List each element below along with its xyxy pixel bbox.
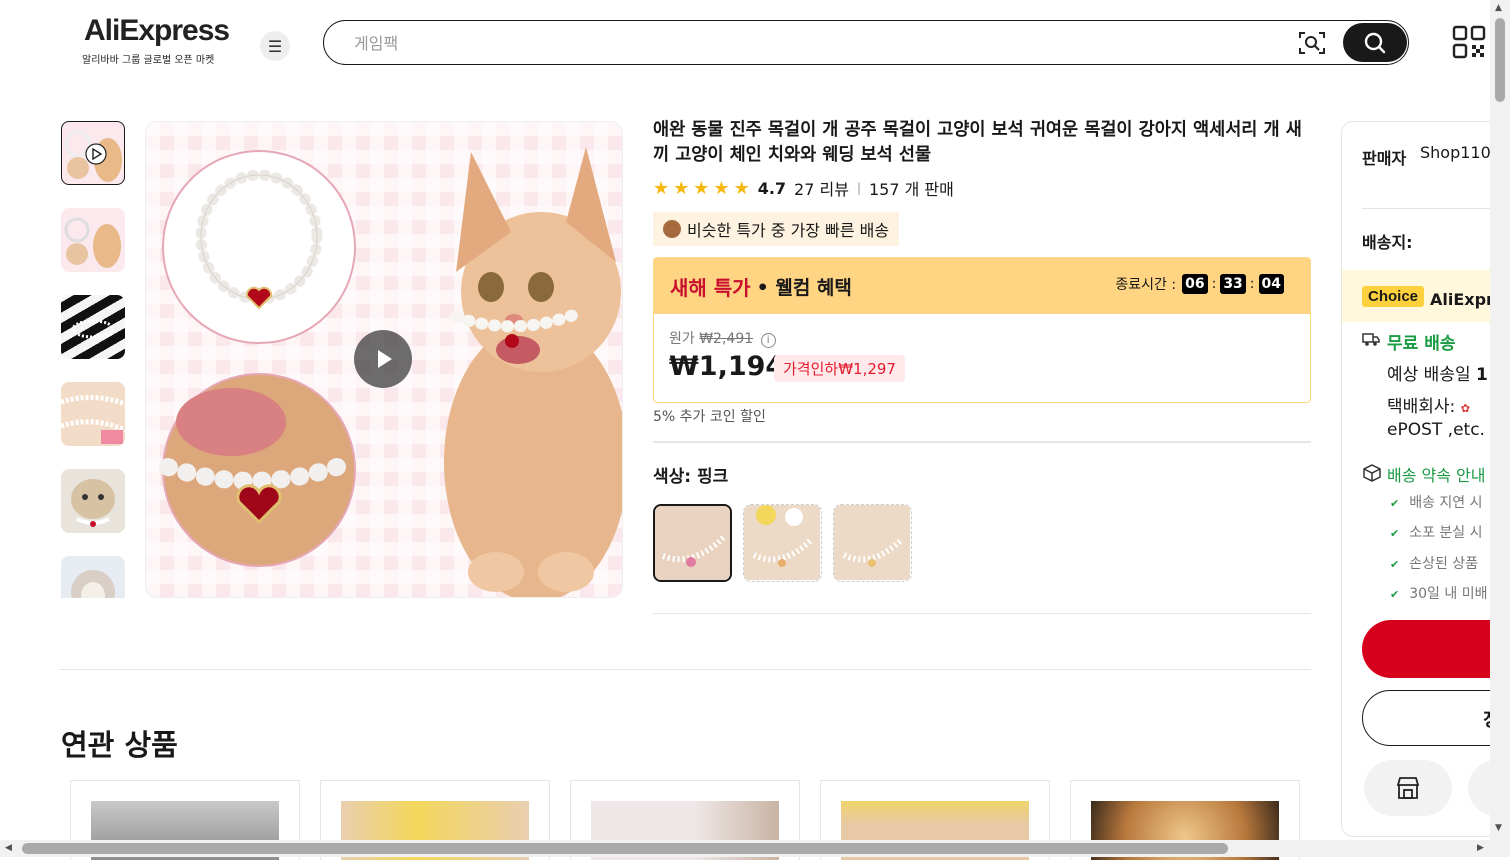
estimated-delivery-label: 예상 배송일 — [1387, 365, 1471, 385]
horizontal-scroll-thumb[interactable] — [22, 843, 1228, 854]
color-option-pink[interactable] — [653, 504, 732, 582]
info-icon[interactable]: i — [760, 333, 776, 348]
divider — [653, 613, 1311, 614]
fire-icon — [663, 220, 681, 238]
choice-brand: AliExpr — [1430, 290, 1494, 309]
fast-delivery-badge: 비슷한 특가 중 가장 빠른 배송 — [653, 212, 900, 246]
promise-item: ✔ 손상된 상품 — [1390, 556, 1479, 572]
rating-row[interactable]: ★ ★ ★ ★ ★ 4.7 27 리뷰 | 157 개 판매 — [653, 176, 954, 200]
image-search-icon[interactable] — [1298, 30, 1326, 56]
package-icon — [1363, 464, 1381, 482]
thumbnail-list — [61, 121, 129, 598]
promise-item: ✔ 30일 내 미배 — [1390, 586, 1488, 602]
play-icon — [378, 350, 392, 368]
check-icon: ✔ — [1390, 527, 1400, 540]
thumbnail-image[interactable] — [61, 382, 125, 446]
timer-hours: 06 — [1182, 274, 1208, 294]
timer-seconds: 04 — [1258, 274, 1284, 294]
thumbnail-video[interactable] — [61, 121, 125, 185]
search-button[interactable] — [1343, 23, 1407, 62]
aliexpress-logo[interactable]: AliExpress — [84, 14, 230, 48]
store-button[interactable] — [1364, 760, 1452, 816]
star-icon: ★ — [713, 177, 730, 199]
scroll-right-arrow[interactable]: ▶ — [1477, 843, 1484, 853]
play-video-button[interactable] — [354, 330, 412, 388]
estimated-delivery-value: 1 — [1476, 365, 1488, 385]
courier-label: 택배회사: ✿ — [1387, 392, 1470, 417]
choice-badge: Choice — [1362, 286, 1425, 307]
courier-logo-icon: ✿ — [1460, 402, 1470, 415]
scroll-up-arrow[interactable]: ▲ — [1495, 3, 1502, 13]
star-icon: ★ — [673, 177, 690, 199]
thumbnail-image[interactable] — [61, 556, 125, 598]
countdown-timer: 종료시간 : 06: 33: 04 — [1115, 274, 1288, 294]
related-products-title: 연관 상품 — [61, 728, 178, 762]
discount-badge: 가격인하₩1,297 — [774, 355, 905, 382]
color-label: 색상: 핑크 — [653, 467, 729, 487]
check-icon: ✔ — [1390, 558, 1400, 571]
buy-now-button[interactable] — [1362, 620, 1510, 678]
seller-label: 판매자 — [1362, 149, 1407, 168]
truck-icon — [1362, 333, 1380, 346]
scroll-left-arrow[interactable]: ◀ — [5, 843, 12, 853]
search-icon — [1364, 32, 1386, 53]
store-icon — [1396, 777, 1420, 799]
product-title: 애완 동물 진주 목걸이 개 공주 목걸이 고양이 보석 귀여운 목걸이 강아지… — [653, 120, 1302, 165]
star-icon: ★ — [693, 177, 710, 199]
thumbnail-image[interactable] — [61, 469, 125, 533]
add-to-cart-button[interactable]: 징 — [1362, 690, 1510, 746]
purchase-panel: 판매자 Shop110 배송지: Choice AliExpr 무료 배송 예상… — [1341, 121, 1510, 837]
review-count[interactable]: 27 리뷰 — [794, 176, 849, 200]
scroll-down-arrow[interactable]: ▼ — [1495, 823, 1502, 833]
check-icon: ✔ — [1390, 588, 1400, 601]
promise-item: ✔ 배송 지연 시 — [1390, 495, 1483, 511]
courier-label-text: 택배회사: — [1387, 397, 1456, 417]
logo-tagline: 알리바바 그룹 글로벌 오픈 마켓 — [82, 55, 215, 66]
deal-box: 새해 특가 • 웰컴 혜택 종료시간 : 06: 33: 04 원가 ₩2,49… — [653, 257, 1311, 403]
color-option-white[interactable] — [743, 504, 822, 582]
search-placeholder: 게임팩 — [354, 34, 399, 53]
star-icon: ★ — [653, 177, 670, 199]
current-price: ₩1,194 — [669, 351, 785, 382]
deal-title: 새해 특가 — [670, 275, 751, 300]
timer-minutes: 33 — [1220, 274, 1246, 294]
divider: | — [856, 181, 861, 195]
promise-item: ✔ 소포 분실 시 — [1390, 525, 1483, 541]
star-icon: ★ — [733, 177, 750, 199]
check-icon: ✔ — [1390, 497, 1400, 510]
deal-subtitle: • 웰컴 혜택 — [756, 276, 852, 299]
menu-icon[interactable]: ☰ — [260, 31, 290, 61]
original-price-value: ₩2,491 — [699, 331, 754, 347]
thumbnail-image[interactable] — [61, 208, 125, 272]
ship-to-label[interactable]: 배송지: — [1362, 229, 1413, 253]
estimated-delivery: 예상 배송일 1 — [1387, 360, 1488, 385]
fast-delivery-text: 비슷한 특가 중 가장 빠른 배송 — [687, 221, 890, 240]
search-input[interactable] — [323, 20, 1409, 65]
delivery-promise[interactable]: 배송 약속 안내 — [1387, 462, 1486, 486]
qr-code-icon[interactable] — [1452, 25, 1486, 59]
rating-value: 4.7 — [757, 178, 787, 198]
divider — [1362, 208, 1510, 209]
sold-count: 157 개 판매 — [868, 180, 954, 199]
coin-discount-note: 5% 추가 코인 할인 — [653, 409, 766, 425]
original-price: 원가 ₩2,491 i — [669, 328, 776, 348]
timer-label: 종료시간 : — [1115, 277, 1177, 293]
courier-names: ePOST ,etc. — [1387, 420, 1485, 440]
divider — [59, 669, 1311, 670]
seller-name[interactable]: Shop110 — [1420, 143, 1491, 162]
divider — [653, 441, 1311, 443]
vertical-scrollbar[interactable] — [1490, 0, 1510, 840]
original-price-label: 원가 — [669, 331, 695, 347]
vertical-scroll-thumb[interactable] — [1495, 18, 1505, 102]
free-shipping: 무료 배송 — [1387, 334, 1456, 354]
thumbnail-image[interactable] — [61, 295, 125, 359]
color-option-gold[interactable] — [833, 504, 912, 582]
